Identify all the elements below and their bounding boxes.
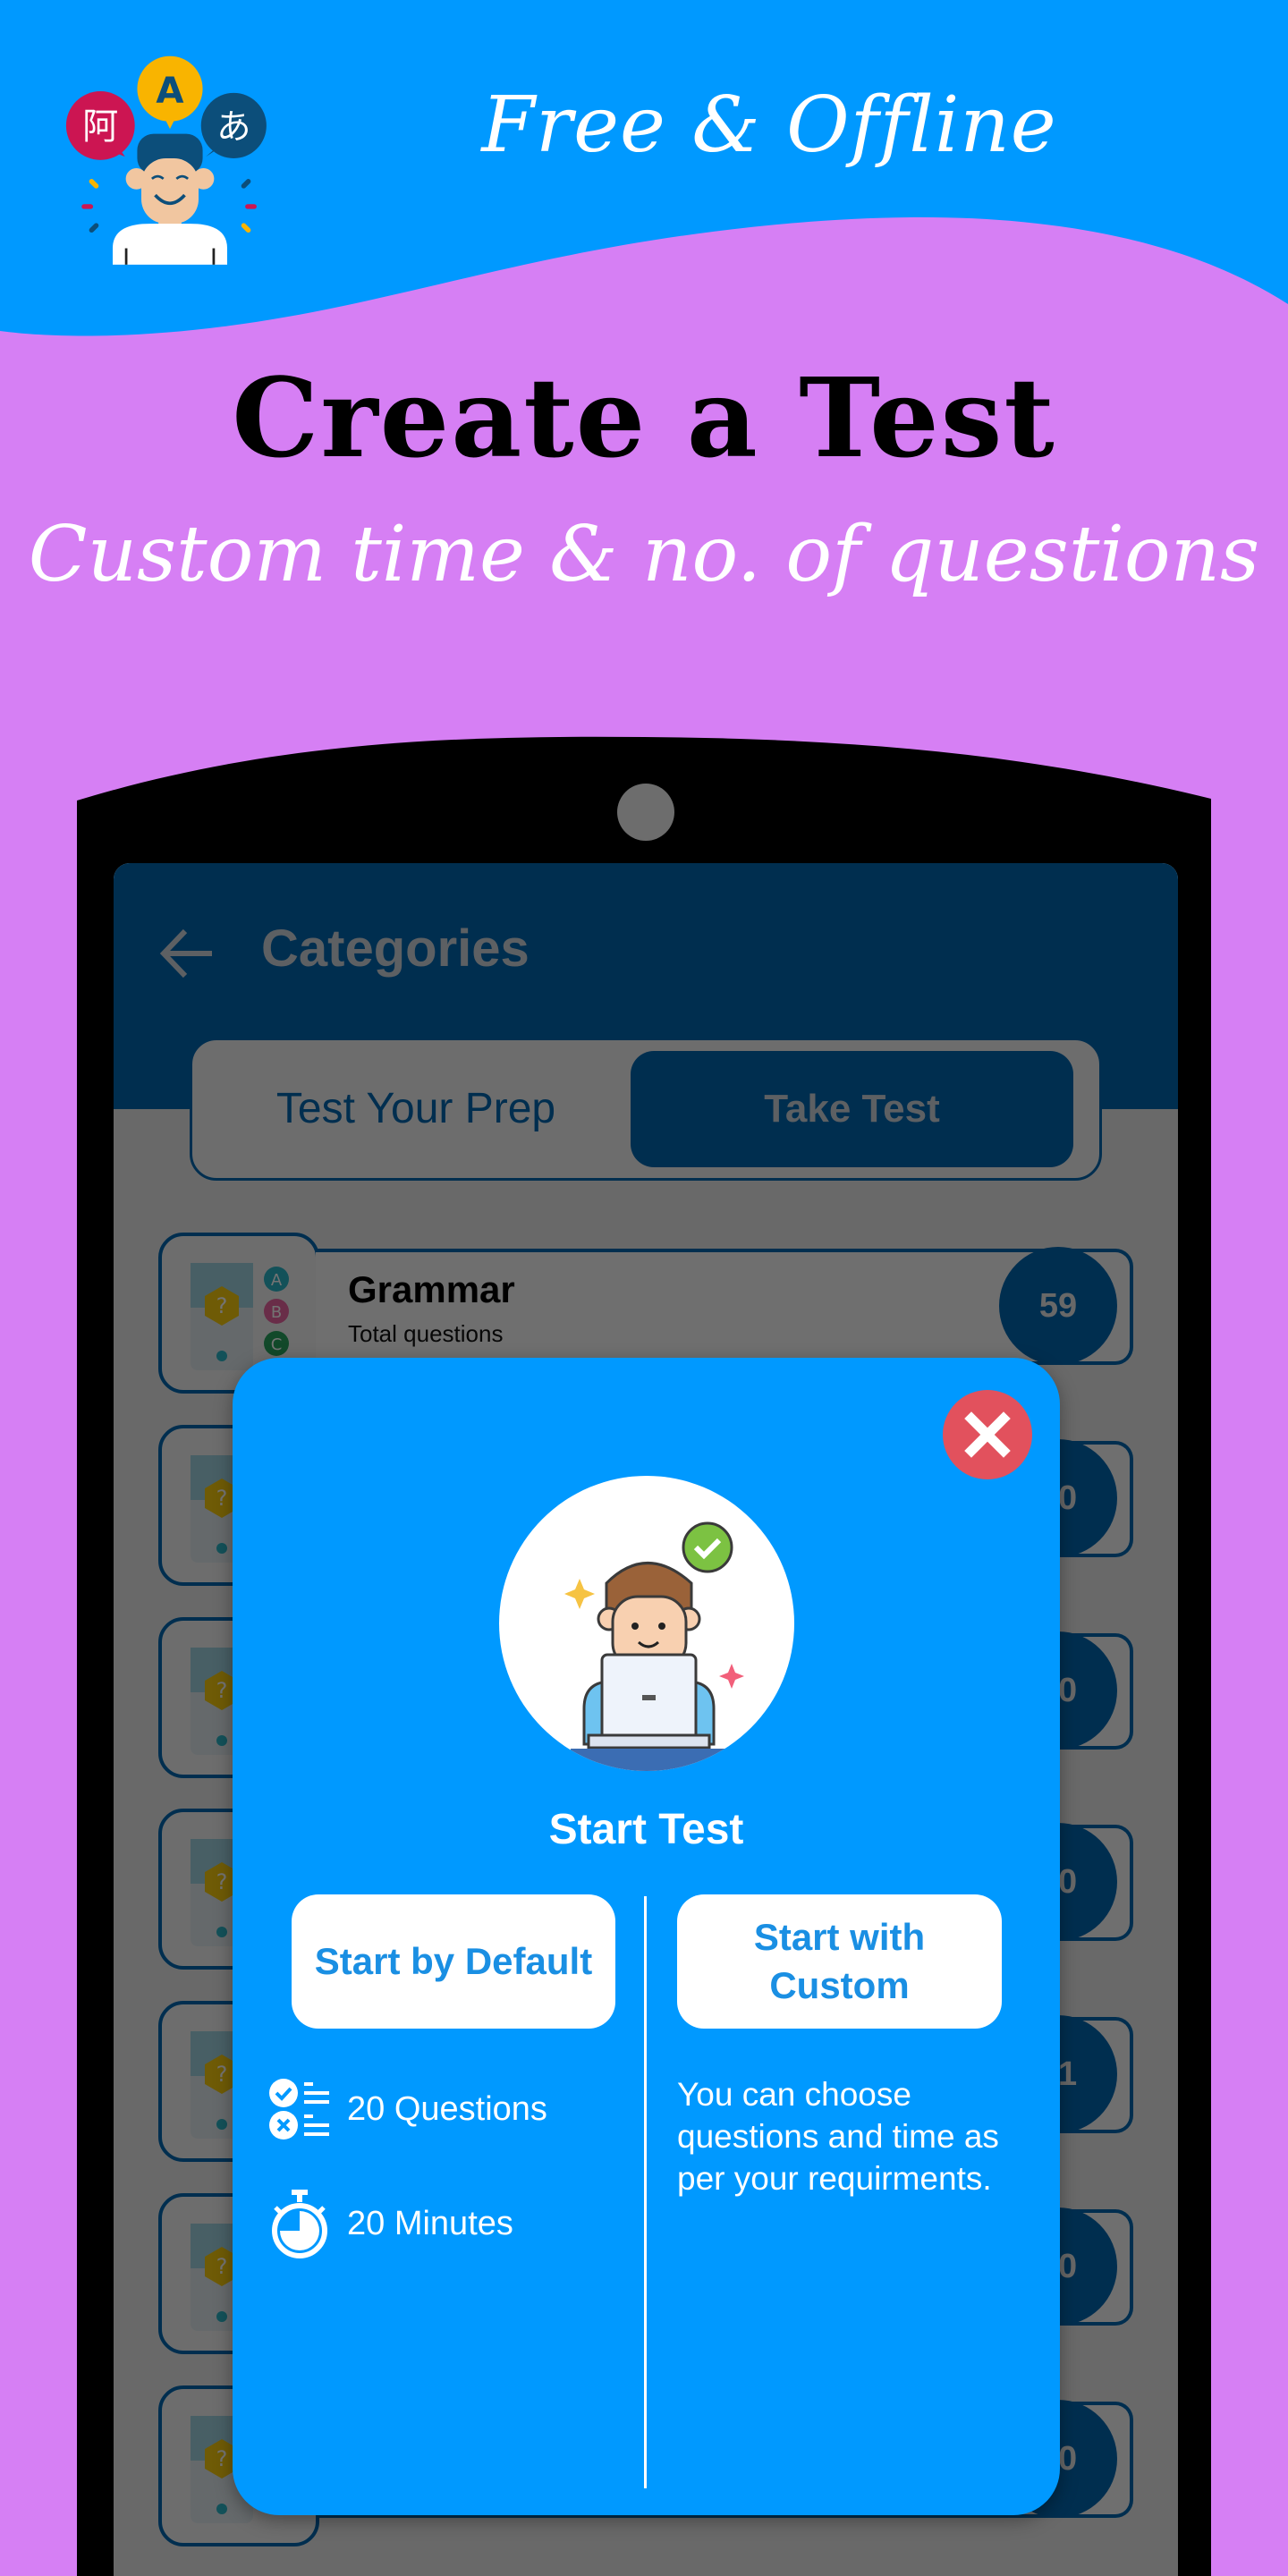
svg-text:阿: 阿: [82, 106, 118, 148]
speech-bubble-latin-icon: A: [137, 55, 203, 130]
close-button[interactable]: [943, 1390, 1032, 1479]
question-count-text: 20 Questions: [347, 2089, 547, 2128]
speech-bubble-japanese-icon: あ: [200, 92, 267, 158]
checklist-icon: [269, 2079, 329, 2140]
speech-bubble-chinese-icon: 阿: [65, 91, 135, 160]
stopwatch-icon: [272, 2190, 327, 2258]
promo-subheadline: Custom time & no. of questions: [28, 510, 1260, 599]
dialog-divider: [644, 1896, 647, 2488]
start-test-dialog: Start Test Start by Default Start with C…: [233, 1358, 1060, 2515]
promo-headline: Create a Test: [232, 353, 1056, 482]
time-limit-info: 20 Minutes: [268, 2188, 513, 2259]
start-with-custom-button[interactable]: Start with Custom: [677, 1894, 1002, 2029]
promo-tagline: Free & Offline: [481, 80, 1057, 170]
close-icon: [964, 1411, 1011, 1458]
phone-camera-icon: [617, 784, 674, 841]
start-by-default-button[interactable]: Start by Default: [292, 1894, 615, 2029]
svg-text:A: A: [156, 71, 183, 112]
question-count-info: 20 Questions: [268, 2073, 547, 2145]
custom-description: You can choose questions and time as per…: [677, 2076, 999, 2197]
student-laptop-illustration: [499, 1476, 794, 1771]
dialog-title: Start Test: [548, 1806, 744, 1853]
app-logo: 阿 A あ: [65, 55, 267, 265]
svg-text:あ: あ: [216, 107, 250, 148]
time-limit-text: 20 Minutes: [347, 2204, 513, 2242]
